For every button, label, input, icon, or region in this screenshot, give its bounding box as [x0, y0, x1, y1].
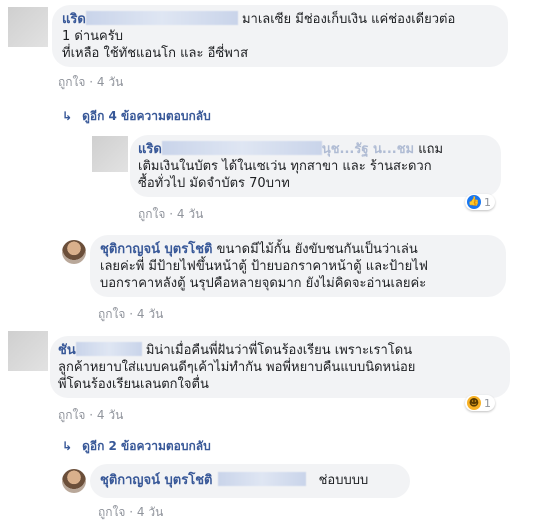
comment-line: เลยค่ะพี่ มีป้ายไฟขึ้นหน้าตู้ ป้ายบอกราค… [100, 259, 428, 274]
comment-line: แถม [418, 142, 444, 157]
timestamp[interactable]: 4 วัน [97, 75, 123, 89]
comment-line: บอกราคาหลังตู้ นรุปคือหลายจุดมาก ยังไม่ค… [100, 276, 427, 291]
comment-line: เติมเงินในบัตร ได้ในเซเว่น ทุกสาขา และ ร… [138, 159, 432, 174]
like-link[interactable]: ถูกใจ [58, 408, 85, 422]
view-replies-label: ดูอีก 4 ข้อความตอบกลับ [82, 109, 211, 123]
avatar[interactable] [62, 469, 86, 493]
reaction-badge[interactable]: ☻ 1 [465, 395, 495, 411]
comment-meta: ถูกใจ · 4 วัน [138, 205, 203, 224]
comment-text: แริด นุช...รัฐ น...ชม แถม เติมเงินในบัตร … [138, 141, 498, 192]
like-reaction-icon: 👍 [467, 195, 481, 209]
comment-author[interactable]: ชัน [58, 343, 76, 358]
comment-bubble: แริด มาเลเซีย มีช่องเก็บเงิน แค่ช่องเดีย… [52, 5, 508, 67]
comment-line: ขนาดมีไม้กั้น ยังขับชนกันเป็นว่าเล่น [216, 242, 418, 257]
dot: · [129, 505, 134, 519]
tagged-user[interactable]: นุช...รัฐ น...ชม [322, 142, 414, 157]
comment-author[interactable]: ชุติกาญจน์ บุตรโชติ [100, 242, 212, 257]
comment-bubble: ชุติกาญจน์ บุตรโชติ ช่อบบบบ [90, 464, 410, 498]
comment-bubble: ชัน มิน่าเมื่อคืนพี่ฝันว่าพี่โดนร้องเรีย… [50, 336, 510, 398]
dot: · [89, 408, 94, 422]
timestamp[interactable]: 4 วัน [97, 408, 123, 422]
redacted-name [218, 472, 307, 486]
comment-line: 1 ด่านครับ [62, 29, 123, 44]
comment-line: มาเลเซีย มีช่องเก็บเงิน แค่ช่องเดียวต่อ [241, 12, 456, 27]
dot: · [89, 75, 94, 89]
comment-author[interactable]: แริด [62, 12, 86, 27]
comment-line: ลูกค้าหยาบใส่แบบคนดีๆเค้าไม่ทำกัน พอพี่ห… [58, 360, 416, 375]
comment-meta: ถูกใจ · 4 วัน [58, 73, 123, 92]
redacted-name [161, 141, 322, 155]
comment-text: ชุติกาญจน์ บุตรโชติ ขนาดมีไม้กั้น ยังขับ… [100, 241, 504, 292]
avatar[interactable] [8, 331, 48, 371]
redacted-name [85, 11, 238, 25]
avatar[interactable] [8, 7, 48, 47]
comment-meta: ถูกใจ · 4 วัน [98, 305, 163, 324]
avatar[interactable] [62, 240, 86, 264]
comment-author[interactable]: แริด [138, 142, 162, 157]
like-link[interactable]: ถูกใจ [98, 307, 125, 321]
like-link[interactable]: ถูกใจ [58, 75, 85, 89]
timestamp[interactable]: 4 วัน [137, 505, 163, 519]
timestamp[interactable]: 4 วัน [177, 207, 203, 221]
reply-arrow-icon: ↳ [62, 439, 73, 453]
comment-author[interactable]: ชุติกาญจน์ บุตรโชติ [100, 473, 212, 488]
reaction-count: 1 [484, 195, 491, 209]
comment-text: ชัน มิน่าเมื่อคืนพี่ฝันว่าพี่โดนร้องเรีย… [58, 342, 508, 393]
comment-bubble: ชุติกาญจน์ บุตรโชติ ขนาดมีไม้กั้น ยังขับ… [90, 235, 506, 297]
dot: · [169, 207, 174, 221]
comment-text: แริด มาเลเซีย มีช่องเก็บเงิน แค่ช่องเดีย… [62, 11, 502, 62]
dot: · [129, 307, 134, 321]
reaction-badge[interactable]: 👍 1 [465, 194, 495, 210]
comment-line: พี่โดนร้องเรียนเลนตกใจตื่น [58, 377, 209, 392]
comment-line: ช่อบบบบ [318, 473, 369, 488]
comment-text: ชุติกาญจน์ บุตรโชติ ช่อบบบบ [100, 472, 410, 489]
comment-line: ที่เหลือ ใช้ทัชแอนโก และ อีซี่พาส [62, 46, 249, 61]
comment-meta: ถูกใจ · 4 วัน [58, 406, 123, 425]
timestamp[interactable]: 4 วัน [137, 307, 163, 321]
comment-line: มิน่าเมื่อคืนพี่ฝันว่าพี่โดนร้องเรียน เพ… [145, 343, 413, 358]
reaction-count: 1 [484, 396, 491, 410]
reply-arrow-icon: ↳ [62, 109, 73, 123]
comment-line: ซื้อทั่วไป มัดจำบัตร 70บาท [138, 176, 290, 191]
redacted-name [75, 342, 142, 356]
avatar[interactable] [92, 136, 128, 172]
like-link[interactable]: ถูกใจ [138, 207, 165, 221]
view-replies-link[interactable]: ↳ ดูอีก 2 ข้อความตอบกลับ [62, 437, 211, 456]
comment-meta: ถูกใจ · 4 วัน [98, 503, 163, 522]
like-link[interactable]: ถูกใจ [98, 505, 125, 519]
comment-bubble: แริด นุช...รัฐ น...ชม แถม เติมเงินในบัตร … [130, 135, 501, 197]
haha-reaction-icon: ☻ [467, 396, 481, 410]
view-replies-label: ดูอีก 2 ข้อความตอบกลับ [82, 439, 211, 453]
view-replies-link[interactable]: ↳ ดูอีก 4 ข้อความตอบกลับ [62, 107, 211, 126]
